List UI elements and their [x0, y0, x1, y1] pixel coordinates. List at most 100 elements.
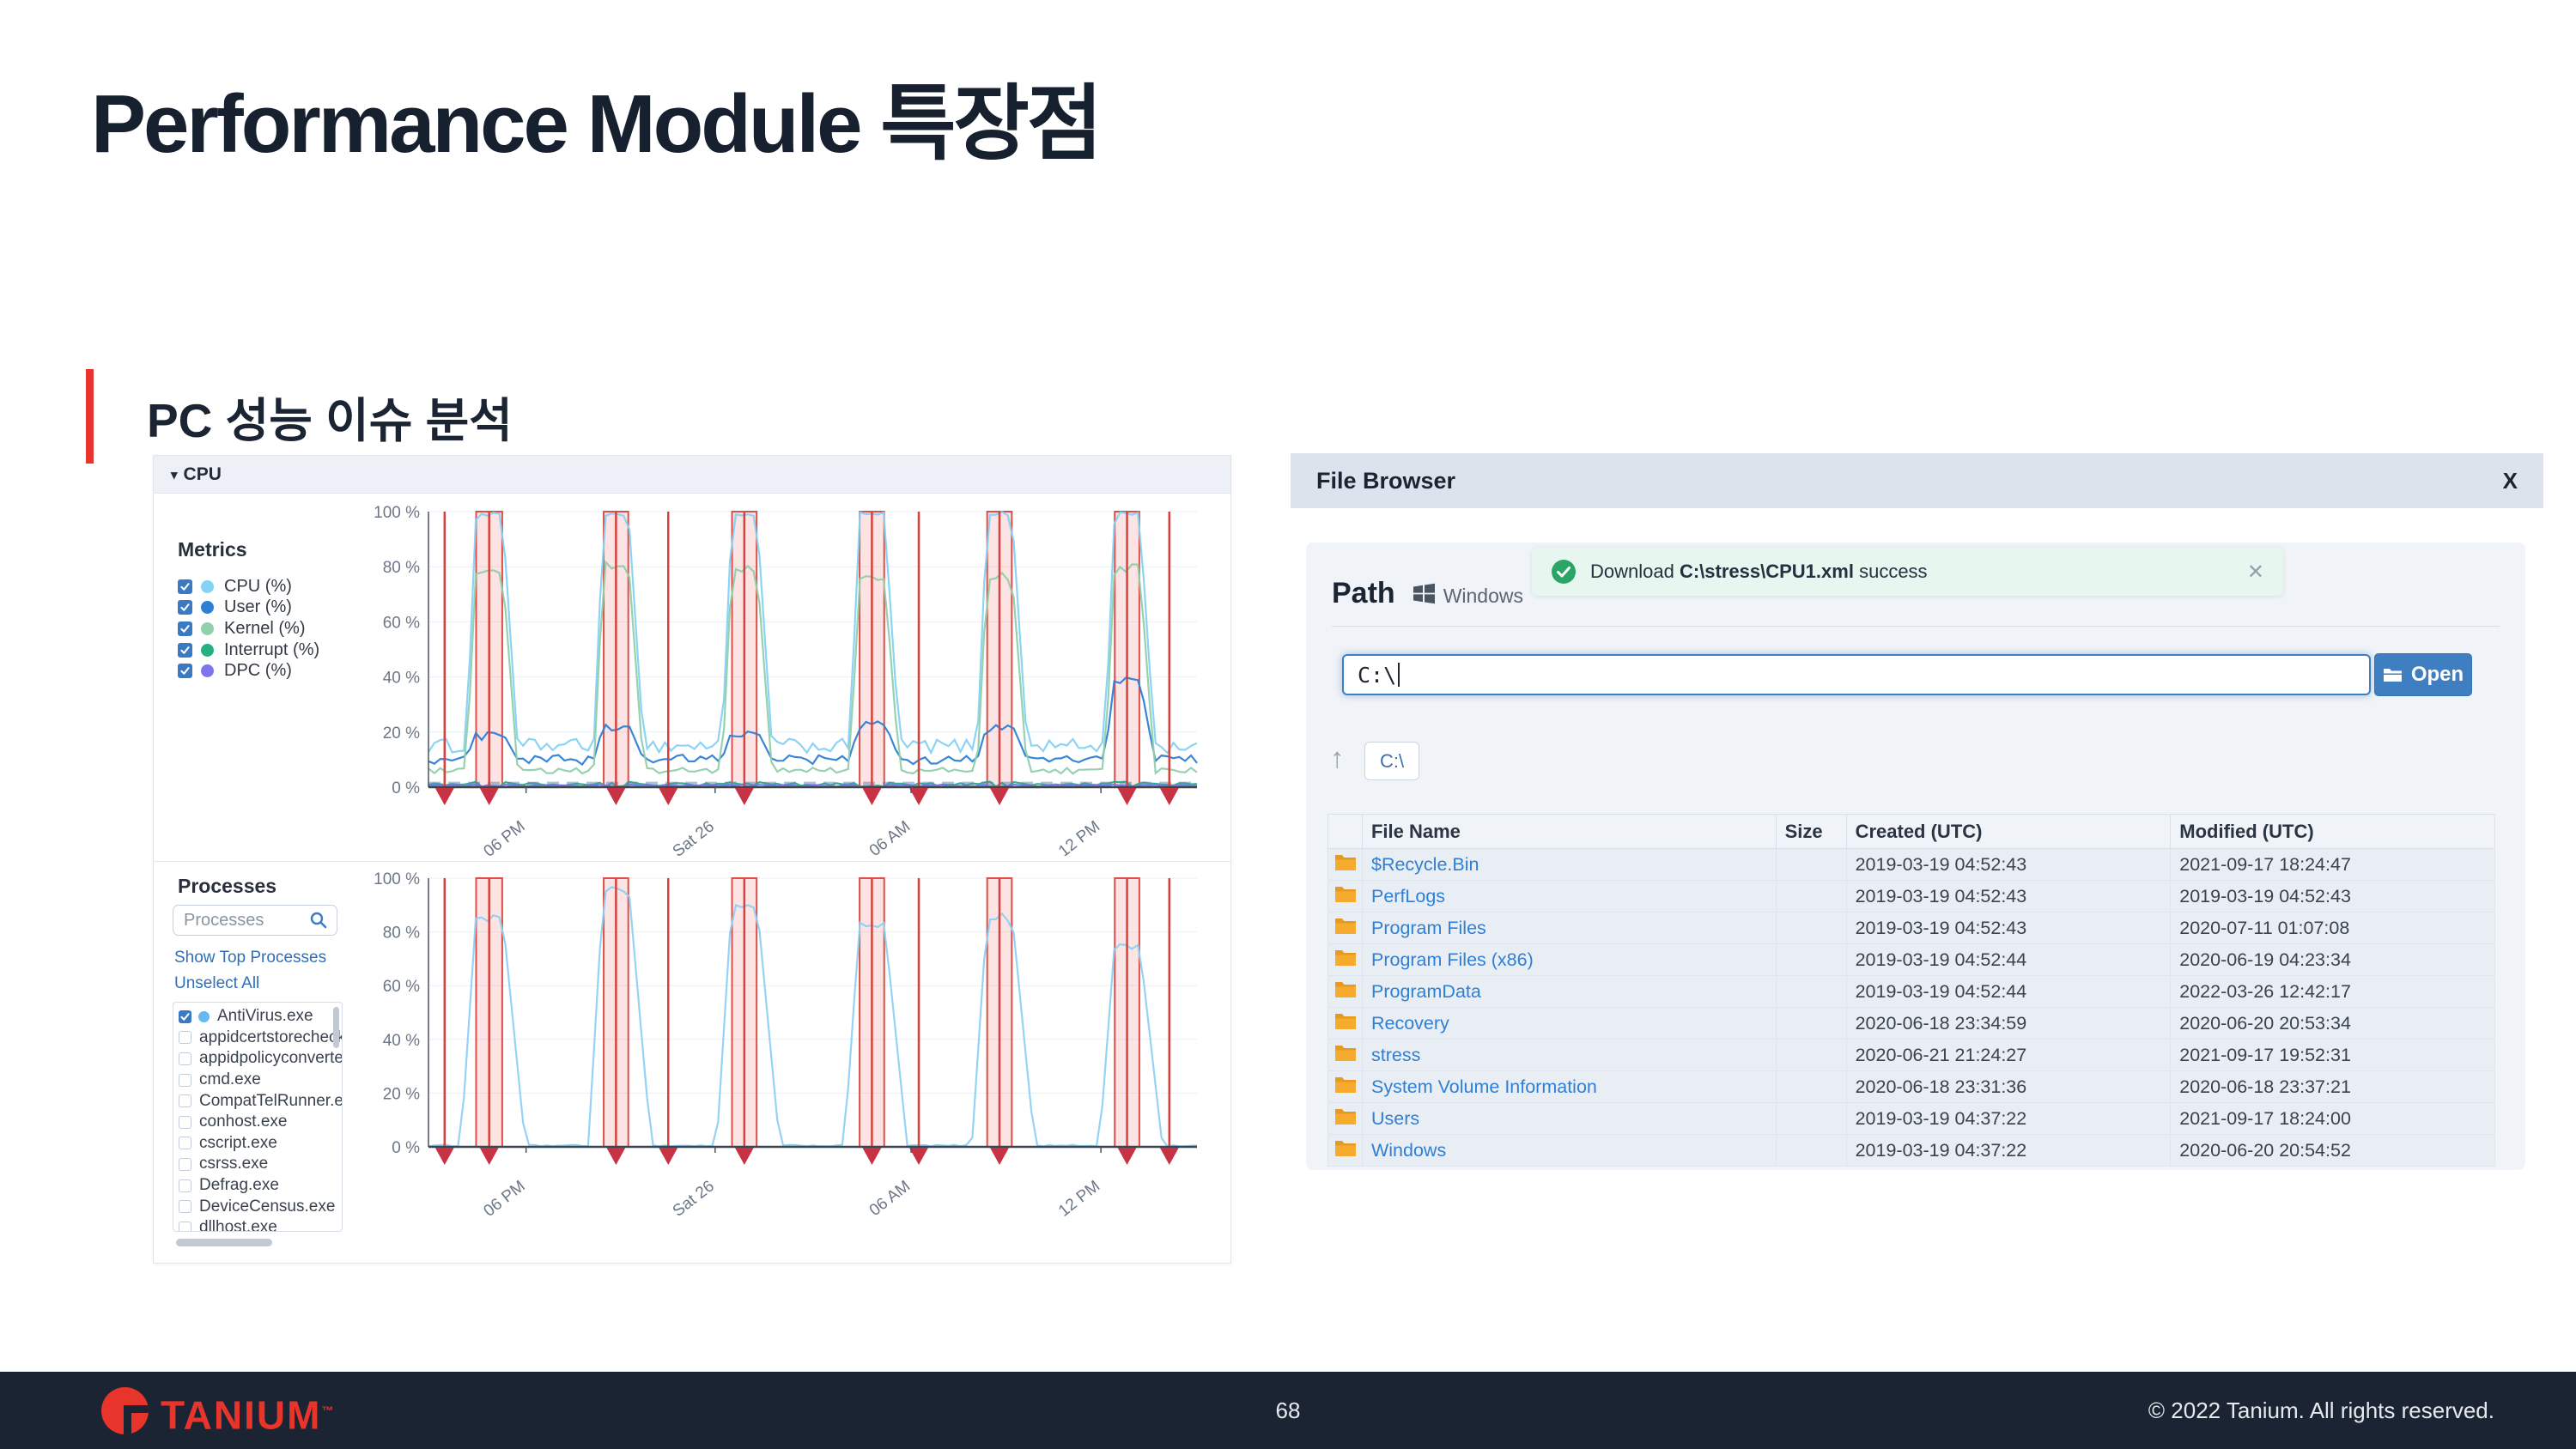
process-search[interactable] — [173, 905, 337, 936]
process-checkbox[interactable] — [179, 1116, 191, 1129]
alert-marker-triangle — [990, 788, 1009, 805]
metric-row: Interrupt (%) — [178, 640, 319, 661]
metric-label: Interrupt (%) — [224, 640, 319, 660]
alert-marker-triangle — [909, 1148, 928, 1165]
file-size — [1776, 976, 1846, 1008]
process-checkbox[interactable] — [179, 1137, 191, 1149]
metric-checkbox[interactable] — [178, 600, 192, 615]
table-row[interactable]: ProgramData2019-03-19 04:52:442022-03-26… — [1328, 976, 2495, 1008]
path-divider — [1332, 626, 2500, 627]
toast-close-icon[interactable]: ✕ — [2247, 560, 2264, 585]
show-top-processes-link[interactable]: Show Top Processes — [174, 949, 326, 967]
folder-icon — [1334, 917, 1357, 935]
file-name-link[interactable]: Program Files — [1362, 912, 1776, 944]
process-row[interactable]: CompatTelRunner.ex — [179, 1090, 342, 1112]
file-table-body: $Recycle.Bin 2019-03-19 04:52:43 2021-09-1… — [1328, 849, 2495, 1167]
path-input[interactable]: C:\ — [1342, 654, 2371, 695]
file-name-link[interactable]: Users — [1362, 1103, 1776, 1135]
folder-icon — [1334, 1139, 1357, 1157]
table-row[interactable]: Program Files2019-03-19 04:52:432020-07-… — [1328, 912, 2495, 944]
metric-checkbox[interactable] — [178, 643, 192, 658]
file-name-link[interactable]: System Volume Information — [1362, 1071, 1776, 1103]
process-row[interactable]: DeviceCensus.exe — [179, 1196, 342, 1217]
table-row[interactable]: PerfLogs2019-03-19 04:52:432019-03-19 04… — [1328, 881, 2495, 912]
file-name-link[interactable]: PerfLogs — [1362, 881, 1776, 912]
open-button[interactable]: Open — [2374, 653, 2472, 696]
process-row[interactable]: appidpolicyconverte — [179, 1048, 342, 1070]
alert-marker-triangle — [606, 1148, 625, 1165]
metric-color-dot — [201, 622, 214, 635]
folder-icon-cell — [1328, 912, 1363, 944]
table-row[interactable]: Windows2019-03-19 04:37:222020-06-20 20:… — [1328, 1135, 2495, 1167]
table-row[interactable]: $Recycle.Bin2019-03-19 04:52:432021-09-1… — [1328, 849, 2495, 881]
column-header[interactable]: File Name — [1362, 815, 1776, 849]
unselect-all-link[interactable]: Unselect All — [174, 974, 259, 993]
process-list[interactable]: AntiVirus.exeappidcertstorecheckappidpol… — [173, 1002, 343, 1232]
process-checkbox[interactable] — [179, 1179, 191, 1192]
process-row[interactable]: cmd.exe — [179, 1070, 342, 1091]
process-row[interactable]: csrss.exe — [179, 1154, 342, 1175]
horizontal-scrollbar[interactable] — [176, 1239, 272, 1246]
close-window-button[interactable]: X — [2503, 468, 2518, 494]
file-modified: 2021-09-17 19:52:31 — [2171, 1040, 2495, 1071]
process-name: dllhost.exe — [199, 1218, 277, 1232]
cpu-performance-panel: ▾ CPU Metrics CPU (%)User (%)Kernel (%)I… — [153, 455, 1231, 1264]
cpu-panel-header[interactable]: ▾ CPU — [154, 456, 1230, 494]
file-created: 2019-03-19 04:52:43 — [1846, 849, 2171, 881]
process-row[interactable]: appidcertstorecheck — [179, 1028, 342, 1049]
table-row[interactable]: Users2019-03-19 04:37:222021-09-17 18:24… — [1328, 1103, 2495, 1135]
file-created: 2019-03-19 04:52:44 — [1846, 976, 2171, 1008]
process-checkbox[interactable] — [179, 1222, 191, 1232]
process-row[interactable]: AntiVirus.exe — [179, 1006, 342, 1028]
metric-color-dot — [201, 664, 214, 677]
process-row[interactable]: conhost.exe — [179, 1112, 342, 1133]
folder-icon — [1334, 1076, 1357, 1094]
file-created: 2019-03-19 04:52:43 — [1846, 912, 2171, 944]
navigate-up-button[interactable]: ↑ — [1330, 742, 1345, 774]
table-row[interactable]: Program Files (x86)2019-03-19 04:52:4420… — [1328, 944, 2495, 976]
alert-marker-triangle — [735, 788, 754, 805]
metric-color-dot — [201, 601, 214, 614]
column-header[interactable]: Created (UTC) — [1846, 815, 2171, 849]
file-name-link[interactable]: Program Files (x86) — [1362, 944, 1776, 976]
process-checkbox[interactable] — [179, 1094, 191, 1107]
metric-checkbox[interactable] — [178, 621, 192, 636]
process-checkbox[interactable] — [179, 1158, 191, 1171]
breadcrumb-drive-chip[interactable]: C:\ — [1364, 742, 1419, 780]
table-row[interactable]: System Volume Information 2020-06-18 23:3… — [1328, 1071, 2495, 1103]
process-checkbox[interactable] — [179, 1052, 191, 1065]
path-label: Path — [1332, 577, 1395, 610]
process-checkbox[interactable] — [179, 1200, 191, 1213]
table-row[interactable]: Recovery2020-06-18 23:34:592020-06-20 20… — [1328, 1008, 2495, 1040]
file-table: File NameSizeCreated (UTC)Modified (UTC)… — [1327, 814, 2495, 1167]
file-modified: 2020-06-20 20:53:34 — [2171, 1008, 2495, 1040]
file-name-link[interactable]: $Recycle.Bin — [1362, 849, 1776, 881]
file-browser-titlebar: File Browser X — [1291, 453, 2543, 508]
check-icon — [179, 602, 191, 613]
table-row[interactable]: stress2020-06-21 21:24:272021-09-17 19:5… — [1328, 1040, 2495, 1071]
process-row[interactable]: Defrag.exe — [179, 1175, 342, 1197]
folder-icon — [1334, 1107, 1357, 1125]
file-size — [1776, 1008, 1846, 1040]
metric-checkbox[interactable] — [178, 579, 192, 594]
file-name-link[interactable]: Recovery — [1362, 1008, 1776, 1040]
process-checkbox[interactable] — [179, 1010, 191, 1023]
file-name-link[interactable]: Windows — [1362, 1135, 1776, 1167]
column-header[interactable]: Size — [1776, 815, 1846, 849]
process-row[interactable]: dllhost.exe — [179, 1217, 342, 1232]
process-row[interactable]: cscript.exe — [179, 1133, 342, 1155]
metric-label: CPU (%) — [224, 577, 292, 597]
folder-icon — [1334, 885, 1357, 903]
metric-color-dot — [201, 580, 214, 593]
vertical-scrollbar[interactable] — [333, 1007, 339, 1048]
column-header[interactable]: Modified (UTC) — [2171, 815, 2495, 849]
collapse-caret-icon[interactable]: ▾ — [171, 467, 178, 482]
file-name-link[interactable]: stress — [1362, 1040, 1776, 1071]
file-size — [1776, 912, 1846, 944]
process-checkbox[interactable] — [179, 1031, 191, 1044]
process-checkbox[interactable] — [179, 1074, 191, 1087]
process-search-input[interactable] — [182, 910, 309, 931]
file-modified: 2020-06-18 23:37:21 — [2171, 1071, 2495, 1103]
file-name-link[interactable]: ProgramData — [1362, 976, 1776, 1008]
metric-checkbox[interactable] — [178, 664, 192, 678]
